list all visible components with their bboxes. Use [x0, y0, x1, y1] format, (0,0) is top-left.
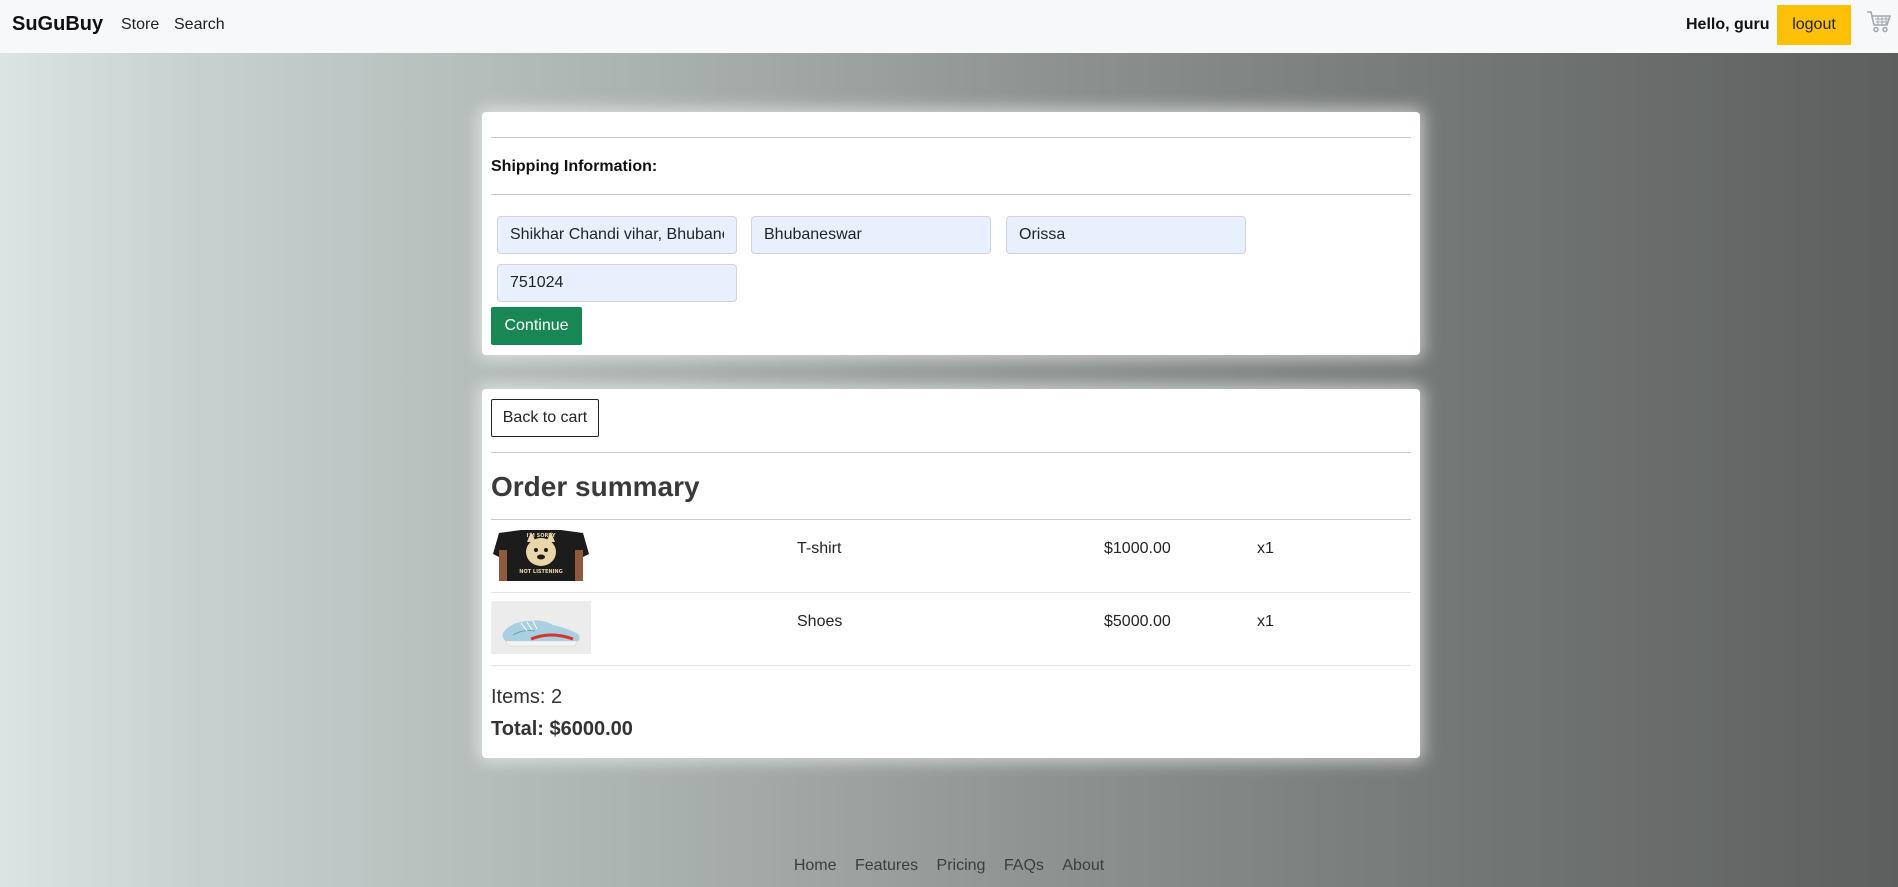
divider	[491, 194, 1411, 195]
order-summary-card: Back to cart Order summary I'M SORRY NOT…	[482, 389, 1420, 758]
divider	[491, 452, 1411, 453]
order-item-row: I'M SORRY NOT LISTENING T-shirt $1000.00…	[491, 520, 1411, 593]
continue-button[interactable]: Continue	[491, 307, 582, 345]
item-name: T-shirt	[797, 540, 842, 557]
divider	[491, 137, 1411, 138]
footer: Home Features Pricing FAQs About	[0, 857, 1898, 875]
items-count: Items: 2	[491, 686, 563, 708]
address-field[interactable]	[497, 216, 737, 254]
tshirt-image: I'M SORRY NOT LISTENING	[491, 528, 591, 581]
shipping-title: Shipping Information:	[491, 158, 658, 175]
city-field[interactable]	[751, 216, 991, 254]
item-quantity: x1	[1257, 540, 1274, 557]
footer-link-home[interactable]: Home	[794, 857, 837, 874]
order-total: Total: $6000.00	[491, 718, 633, 740]
shipping-card: Shipping Information: Continue	[482, 112, 1420, 355]
order-item-row: Shoes $5000.00 x1	[491, 593, 1411, 666]
user-greeting: Hello, guru	[1686, 16, 1770, 33]
footer-link-features[interactable]: Features	[855, 857, 918, 874]
order-summary-title: Order summary	[491, 471, 700, 502]
brand-logo[interactable]: SuGuBuy	[12, 13, 103, 36]
shirt-print-text-top: I'M SORRY	[526, 533, 555, 539]
item-name: Shoes	[797, 613, 843, 630]
navbar: SuGuBuy Store Search Hello, guru logout	[0, 0, 1898, 53]
item-quantity: x1	[1257, 613, 1274, 630]
zipcode-field[interactable]	[497, 264, 737, 302]
item-price: $5000.00	[1104, 613, 1171, 630]
cart-icon[interactable]	[1866, 10, 1892, 34]
back-to-cart-button[interactable]: Back to cart	[491, 399, 599, 437]
shirt-print-text-bottom: NOT LISTENING	[519, 569, 562, 575]
state-field[interactable]	[1006, 216, 1246, 254]
shoes-image	[491, 601, 591, 654]
logout-button[interactable]: logout	[1777, 5, 1851, 45]
footer-link-faqs[interactable]: FAQs	[1004, 857, 1044, 874]
item-price: $1000.00	[1104, 540, 1171, 557]
footer-link-about[interactable]: About	[1062, 857, 1104, 874]
nav-link-store[interactable]: Store	[121, 16, 159, 34]
footer-link-pricing[interactable]: Pricing	[937, 857, 986, 874]
nav-link-search[interactable]: Search	[174, 16, 225, 34]
